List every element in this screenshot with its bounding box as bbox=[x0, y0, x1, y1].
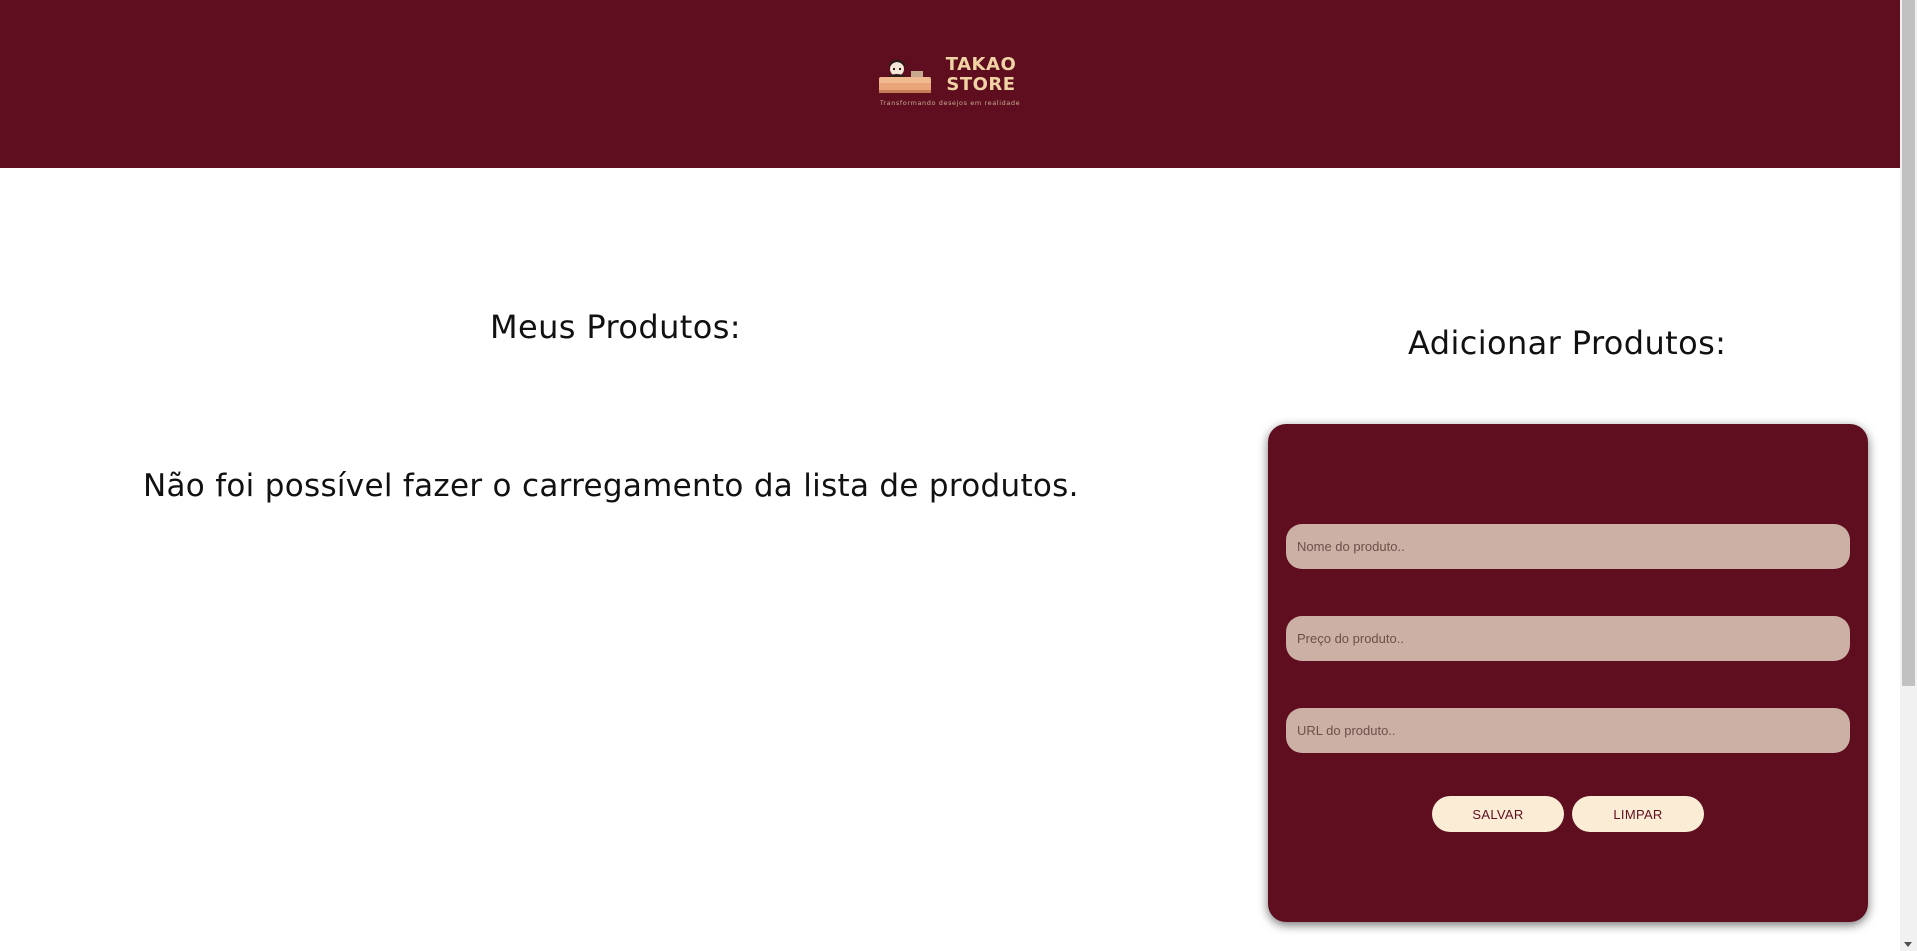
site-header: TAKAO STORE Transformando desejos em rea… bbox=[0, 0, 1900, 168]
logo-line-2: STORE bbox=[946, 74, 1016, 95]
product-price-input[interactable] bbox=[1286, 616, 1850, 661]
store-logo-icon bbox=[879, 59, 931, 93]
logo-line-1: TAKAO bbox=[945, 54, 1017, 75]
products-title: Meus Produtos: bbox=[490, 308, 741, 346]
save-button[interactable]: SALVAR bbox=[1432, 796, 1564, 832]
logo-tagline: Transformando desejos em realidade bbox=[879, 99, 1021, 107]
add-products-title: Adicionar Produtos: bbox=[1408, 324, 1727, 362]
logo-wordmark: TAKAO STORE bbox=[937, 55, 1025, 95]
product-name-input[interactable] bbox=[1286, 524, 1850, 569]
scrollbar-thumb[interactable] bbox=[1902, 0, 1915, 686]
products-error-message: Não foi possível fazer o carregamento da… bbox=[143, 468, 1079, 504]
store-logo[interactable]: TAKAO STORE Transformando desejos em rea… bbox=[877, 53, 1023, 109]
page: TAKAO STORE Transformando desejos em rea… bbox=[0, 0, 1917, 951]
product-url-input[interactable] bbox=[1286, 708, 1850, 753]
page-scrollbar[interactable] bbox=[1900, 0, 1917, 951]
add-product-form: SALVAR LIMPAR bbox=[1268, 424, 1868, 922]
clear-button[interactable]: LIMPAR bbox=[1572, 796, 1704, 832]
scroll-down-arrow-icon[interactable] bbox=[1904, 942, 1912, 947]
